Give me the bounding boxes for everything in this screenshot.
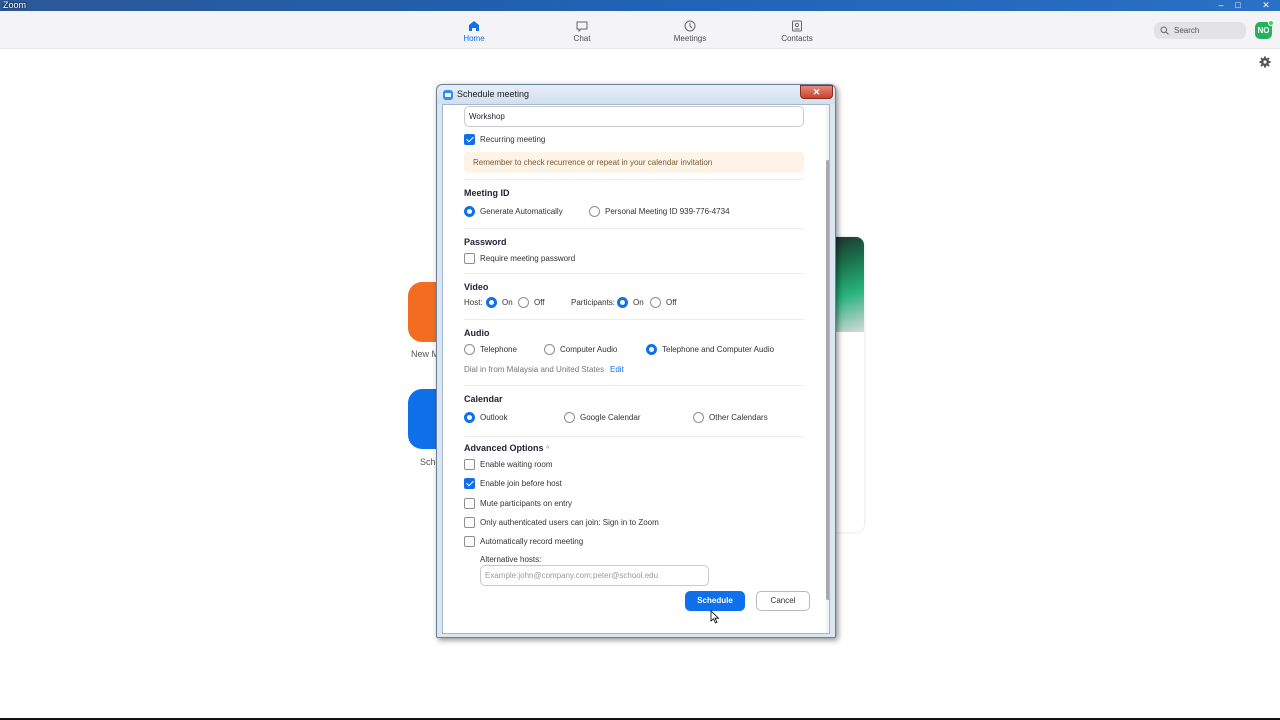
divider <box>464 385 804 386</box>
tab-home[interactable]: Home <box>439 19 509 43</box>
participants-video-off-radio[interactable] <box>650 297 661 308</box>
zoom-app: Zoom – □ ✕ Home Chat Meetings Contacts S… <box>0 0 1280 720</box>
alternative-hosts-input[interactable]: Example:john@company.com;peter@school.ed… <box>480 565 709 586</box>
window-titlebar: Zoom – □ ✕ <box>0 0 1280 11</box>
dial-in-text: Dial in from Malaysia and United States <box>464 365 605 374</box>
recurring-meeting-checkbox[interactable] <box>464 134 475 145</box>
zoom-logo-icon <box>443 90 453 100</box>
home-icon <box>469 21 479 31</box>
calendar-outlook-label: Outlook <box>480 413 508 422</box>
generate-automatically-radio[interactable] <box>464 206 475 217</box>
auto-record-checkbox[interactable] <box>464 536 475 547</box>
video-host-label: Host: <box>464 298 483 307</box>
audio-telephone-label: Telephone <box>480 345 517 354</box>
schedule-button[interactable]: Schedule <box>685 591 745 611</box>
divider <box>464 436 804 437</box>
divider <box>464 179 804 180</box>
window-title: Zoom <box>3 0 27 10</box>
maximize-button[interactable]: □ <box>1230 0 1246 11</box>
waiting-room-label: Enable waiting room <box>480 460 553 469</box>
video-heading: Video <box>464 282 489 292</box>
audio-both-radio[interactable] <box>646 344 657 355</box>
chevron-up-icon: ^ <box>546 446 550 453</box>
meeting-id-heading: Meeting ID <box>464 188 510 198</box>
search-input[interactable]: Search <box>1154 22 1246 39</box>
tab-home-label: Home <box>463 34 485 43</box>
join-before-host-label: Enable join before host <box>480 479 562 488</box>
tab-chat[interactable]: Chat <box>547 19 617 43</box>
participants-video-on-label: On <box>633 298 644 307</box>
calendar-google-radio[interactable] <box>564 412 575 423</box>
online-status-dot <box>1268 20 1274 26</box>
video-participants-label: Participants: <box>571 298 616 307</box>
divider <box>464 319 804 320</box>
top-navigation: Home Chat Meetings Contacts Search NO <box>0 11 1280 49</box>
calendar-outlook-radio[interactable] <box>464 412 475 423</box>
tab-meetings-label: Meetings <box>673 34 707 43</box>
audio-telephone-radio[interactable] <box>464 344 475 355</box>
host-video-on-radio[interactable] <box>486 297 497 308</box>
audio-computer-label: Computer Audio <box>560 345 618 354</box>
recurrence-notice: Remember to check recurrence or repeat i… <box>464 152 804 173</box>
avatar-initials: NO <box>1257 26 1270 35</box>
contacts-icon <box>792 20 802 32</box>
calendar-google-label: Google Calendar <box>580 413 641 422</box>
host-video-off-label: Off <box>534 298 545 307</box>
mute-on-entry-checkbox[interactable] <box>464 498 475 509</box>
auto-record-label: Automatically record meeting <box>480 537 584 546</box>
dialog-close-button[interactable]: ✕ <box>800 85 833 99</box>
waiting-room-checkbox[interactable] <box>464 459 475 470</box>
calendar-other-radio[interactable] <box>693 412 704 423</box>
require-password-label: Require meeting password <box>480 254 576 263</box>
gear-icon[interactable] <box>1259 56 1271 68</box>
new-meeting-label: New M <box>411 349 440 359</box>
authenticated-users-checkbox[interactable] <box>464 517 475 528</box>
mouse-cursor-icon <box>710 610 720 624</box>
divider <box>464 228 804 229</box>
search-icon <box>1160 26 1169 35</box>
calendar-heading: Calendar <box>464 394 503 404</box>
chat-icon <box>576 21 588 33</box>
minimize-button[interactable]: – <box>1213 0 1229 11</box>
join-before-host-checkbox[interactable] <box>464 478 475 489</box>
audio-both-label: Telephone and Computer Audio <box>662 345 775 354</box>
authenticated-users-label: Only authenticated users can join: Sign … <box>480 518 659 527</box>
personal-meeting-id-radio[interactable] <box>589 206 600 217</box>
participants-video-off-label: Off <box>666 298 677 307</box>
clock-icon <box>684 20 696 32</box>
tab-chat-label: Chat <box>573 34 591 43</box>
schedule-meeting-dialog: Schedule meeting ✕ Workshop Recurring me… <box>436 84 836 638</box>
host-video-off-radio[interactable] <box>518 297 529 308</box>
close-window-button[interactable]: ✕ <box>1258 0 1274 11</box>
personal-meeting-id-label: Personal Meeting ID 939-776-4734 <box>605 207 730 216</box>
password-heading: Password <box>464 237 507 247</box>
dialog-titlebar: Schedule meeting <box>437 85 835 104</box>
tab-contacts[interactable]: Contacts <box>762 19 832 43</box>
mute-on-entry-label: Mute participants on entry <box>480 499 573 508</box>
recurring-meeting-label: Recurring meeting <box>480 135 546 144</box>
advanced-options-toggle[interactable]: Advanced Options ^ <box>464 443 549 453</box>
require-password-checkbox[interactable] <box>464 253 475 264</box>
tab-contacts-label: Contacts <box>781 34 813 43</box>
alternative-hosts-label: Alternative hosts: <box>480 555 542 564</box>
generate-automatically-label: Generate Automatically <box>480 207 563 216</box>
dialog-body: Workshop Recurring meeting Remember to c… <box>442 104 830 634</box>
search-placeholder: Search <box>1174 26 1200 35</box>
scrollbar-thumb[interactable] <box>826 160 829 600</box>
cancel-button[interactable]: Cancel <box>756 591 810 611</box>
calendar-other-label: Other Calendars <box>709 413 768 422</box>
dialog-scrollbar[interactable] <box>826 105 829 633</box>
divider <box>464 273 804 274</box>
dial-in-edit-link[interactable]: Edit <box>610 364 624 375</box>
host-video-on-label: On <box>502 298 513 307</box>
topic-input[interactable]: Workshop <box>464 106 804 127</box>
advanced-options-heading: Advanced Options <box>464 443 544 453</box>
audio-computer-radio[interactable] <box>544 344 555 355</box>
avatar[interactable]: NO <box>1255 20 1274 39</box>
dialog-title: Schedule meeting <box>457 89 530 99</box>
audio-heading: Audio <box>464 328 490 338</box>
participants-video-on-radio[interactable] <box>617 297 628 308</box>
tab-meetings[interactable]: Meetings <box>655 19 725 43</box>
